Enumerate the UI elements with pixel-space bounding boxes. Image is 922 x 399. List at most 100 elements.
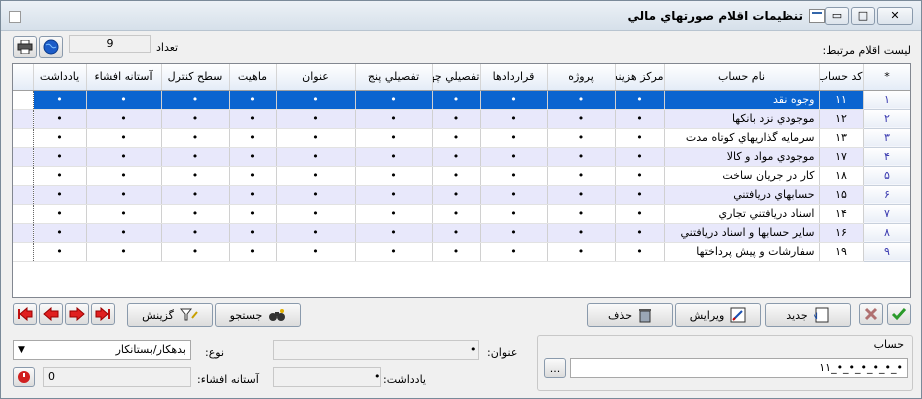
table-cell[interactable]: • [161, 109, 230, 129]
table-cell[interactable]: • [432, 90, 481, 110]
col-header-detail-five[interactable]: تفصيلي پنج [355, 64, 433, 91]
search-button[interactable]: جستجو [215, 303, 301, 327]
table-cell[interactable]: • [355, 223, 433, 243]
row-index-cell[interactable]: ۸ [863, 223, 910, 243]
table-cell[interactable]: • [615, 223, 665, 243]
row-index-cell[interactable]: ۵ [863, 166, 910, 186]
table-cell[interactable]: • [480, 242, 548, 262]
table-cell[interactable]: • [432, 223, 481, 243]
account-code-cell[interactable]: ۱۶ [819, 223, 864, 243]
maximize-button[interactable]: □ [851, 7, 875, 25]
col-header-account-name[interactable]: نام حساب [664, 64, 820, 91]
table-row[interactable]: • • • • • • • • • • سفارشات و پيش پرداختها ۱۹ ۹ [13, 242, 910, 262]
table-row[interactable]: • • • • • • • • • • موجودي نزد بانكها ۱۲ ۲ [13, 109, 910, 129]
table-cell[interactable]: • [480, 223, 548, 243]
table-cell[interactable]: • [432, 242, 481, 262]
prev-record-button[interactable] [39, 303, 63, 325]
table-cell[interactable]: • [355, 204, 433, 224]
table-cell[interactable]: • [276, 109, 356, 129]
confirm-button[interactable] [887, 303, 911, 325]
col-header-note[interactable]: يادداشت [33, 64, 87, 91]
table-cell[interactable]: • [432, 185, 481, 205]
table-cell[interactable]: • [547, 90, 616, 110]
table-cell[interactable]: • [432, 128, 481, 148]
table-cell[interactable]: • [432, 204, 481, 224]
type-select[interactable]: بدهكار/بستانكار ▼ [13, 340, 191, 360]
browse-account-button[interactable]: ... [544, 358, 566, 378]
account-code-cell[interactable]: ۱۲ [819, 109, 864, 129]
account-code-cell[interactable]: ۱۱ [819, 90, 864, 110]
minimize-button[interactable]: ▭ [825, 7, 849, 25]
table-cell[interactable]: • [547, 223, 616, 243]
table-cell[interactable]: • [432, 109, 481, 129]
table-cell[interactable]: • [615, 185, 665, 205]
col-header-title[interactable]: عنوان [276, 64, 356, 91]
last-record-button[interactable] [91, 303, 115, 325]
table-cell[interactable]: • [229, 242, 277, 262]
account-code-cell[interactable]: ۱۴ [819, 204, 864, 224]
table-cell[interactable]: • [161, 223, 230, 243]
table-cell[interactable]: • [547, 128, 616, 148]
table-cell[interactable]: • [86, 166, 162, 186]
col-header-account-code[interactable]: كد حساب [819, 64, 864, 91]
table-cell[interactable]: • [33, 147, 87, 167]
row-index-cell[interactable]: ۱ [863, 90, 910, 110]
table-cell[interactable]: • [86, 242, 162, 262]
account-name-cell[interactable]: سفارشات و پيش پرداختها [664, 242, 820, 262]
table-cell[interactable]: • [33, 223, 87, 243]
table-cell[interactable]: • [355, 90, 433, 110]
row-index-cell[interactable]: ۹ [863, 242, 910, 262]
account-name-cell[interactable]: اسناد دريافتني تجاري [664, 204, 820, 224]
table-cell[interactable]: • [161, 242, 230, 262]
system-menu-icon[interactable] [9, 11, 21, 23]
row-index-cell[interactable]: ۳ [863, 128, 910, 148]
note-field[interactable]: • [273, 367, 381, 387]
table-row[interactable]: • • • • • • • • • • ساير حسابها و اسناد دريافتني ۱۶… [13, 223, 910, 243]
close-button[interactable]: ✕ [877, 7, 913, 25]
table-cell[interactable]: • [480, 204, 548, 224]
table-cell[interactable]: • [432, 147, 481, 167]
account-name-cell[interactable]: سرمايه گذاريهاي كوتاه مدت [664, 128, 820, 148]
table-cell[interactable]: • [480, 109, 548, 129]
table-row[interactable]: • • • • • • • • • • كار در جريان ساخت ۱۸ ۵ [13, 166, 910, 186]
account-name-cell[interactable]: كار در جريان ساخت [664, 166, 820, 186]
col-header-project[interactable]: پروژه [547, 64, 616, 91]
edit-button[interactable]: ويرايش [675, 303, 761, 327]
delete-button[interactable]: حذف [587, 303, 673, 327]
table-cell[interactable]: • [86, 204, 162, 224]
items-grid[interactable]: يادداشت آستانه افشاء سطح كنترل ماهيت عنو… [12, 63, 911, 298]
table-cell[interactable]: • [161, 166, 230, 186]
col-header-star[interactable]: * [863, 64, 910, 91]
col-header-contracts[interactable]: قراردادها [480, 64, 548, 91]
table-cell[interactable]: • [229, 185, 277, 205]
table-cell[interactable]: • [480, 185, 548, 205]
table-cell[interactable]: • [355, 109, 433, 129]
table-cell[interactable]: • [547, 204, 616, 224]
table-row[interactable]: • • • • • • • • • • سرمايه گذاريهاي كوتاه مدت ۱۳ ۳ [13, 128, 910, 148]
table-cell[interactable]: • [276, 166, 356, 186]
table-cell[interactable]: • [615, 242, 665, 262]
table-cell[interactable]: • [229, 204, 277, 224]
threshold-field[interactable]: 0 [43, 367, 191, 387]
table-cell[interactable]: • [480, 147, 548, 167]
table-cell[interactable]: • [229, 166, 277, 186]
col-header-nature[interactable]: ماهيت [229, 64, 277, 91]
table-cell[interactable]: • [86, 109, 162, 129]
table-cell[interactable]: • [33, 185, 87, 205]
account-name-cell[interactable]: موجودي مواد و كالا [664, 147, 820, 167]
table-cell[interactable]: • [161, 204, 230, 224]
table-cell[interactable]: • [33, 166, 87, 186]
table-cell[interactable]: • [615, 128, 665, 148]
col-header-cost-center[interactable]: مركز هزينه [615, 64, 665, 91]
table-cell[interactable]: • [276, 185, 356, 205]
table-cell[interactable]: • [161, 128, 230, 148]
account-code-cell[interactable]: ۱۸ [819, 166, 864, 186]
table-cell[interactable]: • [276, 128, 356, 148]
filter-button[interactable]: گزينش [127, 303, 213, 327]
table-cell[interactable]: • [355, 128, 433, 148]
table-cell[interactable]: • [229, 147, 277, 167]
table-cell[interactable]: • [33, 204, 87, 224]
table-cell[interactable]: • [480, 128, 548, 148]
table-cell[interactable]: • [355, 166, 433, 186]
print-button[interactable] [13, 36, 37, 58]
